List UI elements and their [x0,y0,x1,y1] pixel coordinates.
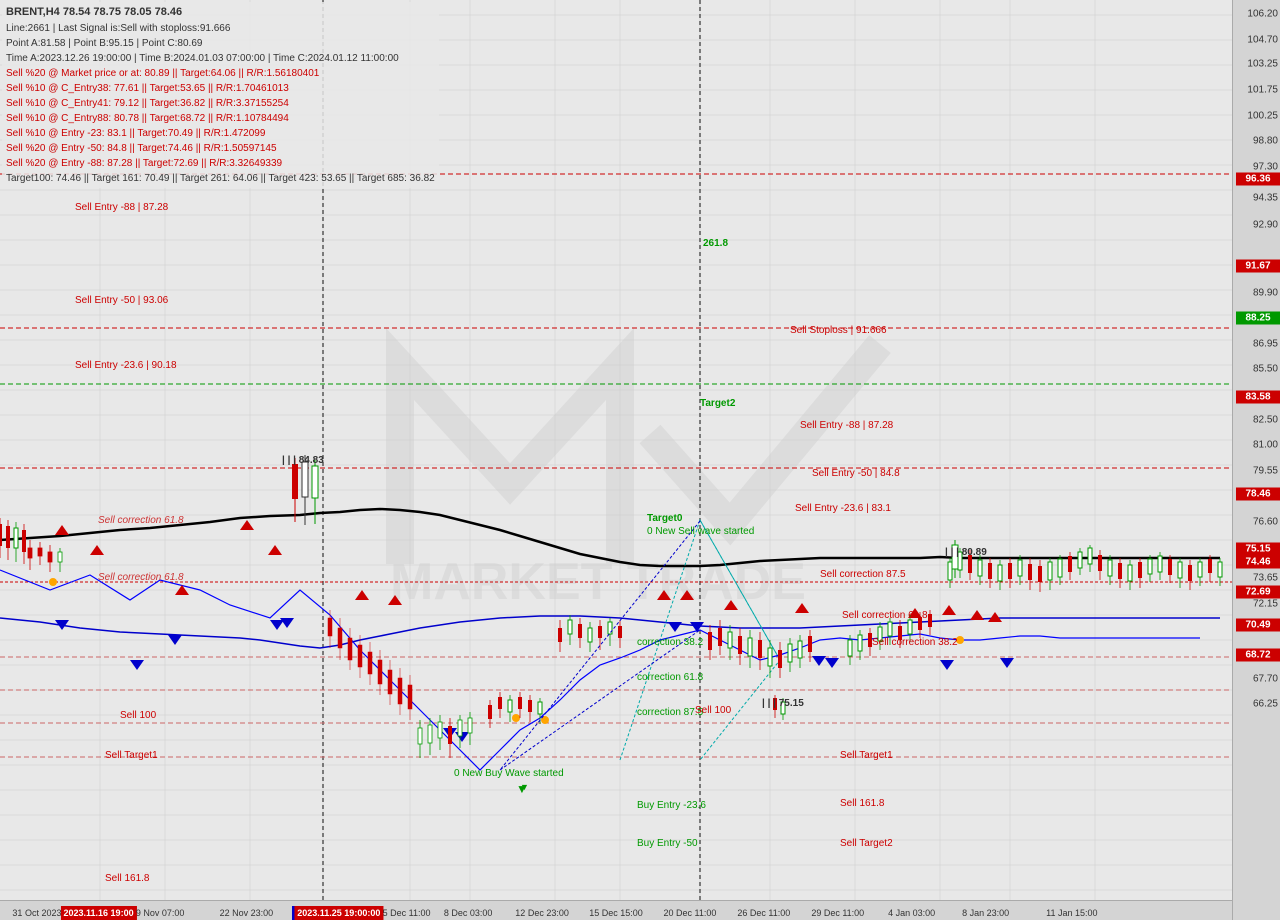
time-26dec: 26 Dec 11:00 [737,908,790,918]
time-20dec: 20 Dec 11:00 [663,908,716,918]
target0-label: Target0 [647,513,682,524]
time-4jan: 4 Jan 03:00 [888,908,935,918]
price-10175: 101.75 [1247,85,1278,96]
sell-stoploss-label: Sell Stoploss | 91.666 [790,325,887,336]
price-10470: 104.70 [1247,34,1278,45]
sell-1618-right-label: Sell 161.8 [840,798,884,809]
price-7515-highlight: 75.15 [1236,543,1280,556]
info-line5: Sell %10 @ C_Entry38: 77.61 || Target:53… [6,81,435,96]
price-8825-highlight: 88.25 [1236,312,1280,325]
price-84-83-label: | | | 84.83 [282,455,324,466]
price-8100: 81.00 [1253,440,1278,451]
price-10325: 103.25 [1247,59,1278,70]
sell-correction-875-label: Sell correction 87.5 [820,569,906,580]
price-10620: 106.20 [1247,8,1278,19]
correction-618-label: correction 61.8 [637,672,703,683]
price-7365: 73.65 [1253,572,1278,583]
price-8695: 86.95 [1253,339,1278,350]
time-29dec: 29 Dec 11:00 [811,908,864,918]
fib-2618-label: 261.8 [703,238,728,249]
sell-entry-50-label: Sell Entry -50 | 84.8 [812,468,900,479]
price-6872-highlight: 68.72 [1236,649,1280,662]
new-buy-wave-label: 0 New Buy Wave started [454,768,564,779]
price-9636-highlight: 96.36 [1236,173,1280,186]
price-9730: 97.30 [1253,161,1278,172]
time-5dec: 5 Dec 11:00 [383,908,431,918]
price-9167-highlight: 91.67 [1236,259,1280,272]
down-triangle-marker: ▼ [516,782,528,796]
info-line7: Sell %10 @ C_Entry88: 80.78 || Target:68… [6,111,435,126]
buy-entry-23-label: Buy Entry -23.6 [637,800,706,811]
sell-100-right-label: Sell 100 [695,705,731,716]
price-6625: 66.25 [1253,698,1278,709]
target2-label: Target2 [700,398,735,409]
info-line2: Point A:81.58 | Point B:95.15 | Point C:… [6,36,435,51]
info-line6: Sell %10 @ C_Entry41: 79.12 || Target:36… [6,96,435,111]
time-15dec: 15 Dec 15:00 [589,908,643,918]
time-9nov: 9 Nov 07:00 [136,908,185,918]
price-8250: 82.50 [1253,415,1278,426]
correction-875-label: correction 87.5 [637,707,703,718]
price-6770: 67.70 [1253,673,1278,684]
time-1116-highlight: 2023.11.16 19:00 [61,906,137,920]
new-sell-wave-label: 0 New Sell wave started [647,526,754,537]
info-line11: Target100: 74.46 || Target 161: 70.49 ||… [6,171,435,186]
price-7955: 79.55 [1253,466,1278,477]
price-7446-highlight: 74.46 [1236,556,1280,569]
sell-100-left-label: Sell 100 [120,710,156,721]
price-9435: 94.35 [1253,192,1278,203]
price-75-15-label: | | | 75.15 [762,698,804,709]
chart-container: MARKET TRADE [0,0,1280,920]
symbol-title: BRENT,H4 78.54 78.75 78.05 78.46 [6,4,435,21]
sell-1618-left-label: Sell 161.8 [105,873,149,884]
sell-target2-label: Sell Target2 [840,838,893,849]
price-7846-highlight: 78.46 [1236,488,1280,501]
info-line8: Sell %10 @ Entry -23: 83.1 || Target:70.… [6,126,435,141]
time-1125-highlight: 2023.11.25 19:00:00 [294,906,383,920]
price-axis: 106.20 104.70 103.25 101.75 100.25 98.80… [1232,0,1280,920]
price-7049-highlight: 70.49 [1236,618,1280,631]
sell-correction-618-right: Sell correction 61.8 [842,610,928,621]
time-8jan: 8 Jan 23:00 [962,908,1009,918]
sell-correction-382-label: Sell correction 38.2 [872,637,958,648]
price-8358-highlight: 83.58 [1236,391,1280,404]
info-line10: Sell %20 @ Entry -88: 87.28 || Target:72… [6,156,435,171]
price-8990: 89.90 [1253,288,1278,299]
price-80-89-label: | | | 80.89 [945,547,987,558]
price-7269-highlight: 72.69 [1236,585,1280,598]
info-line3: Time A:2023.12.26 19:00:00 | Time B:2024… [6,51,435,66]
info-panel: BRENT,H4 78.54 78.75 78.05 78.46 Line:26… [2,2,439,188]
price-8550: 85.50 [1253,363,1278,374]
sell-entry-88-high-label: Sell Entry -88 | 87.28 [75,202,168,213]
sell-entry-88-label: Sell Entry -88 | 87.28 [800,420,893,431]
sell-entry-50-high-label: Sell Entry -50 | 93.06 [75,295,168,306]
sell-target1-right-label: Sell Target1 [840,750,893,761]
price-10025: 100.25 [1247,110,1278,121]
info-line9: Sell %20 @ Entry -50: 84.8 || Target:74.… [6,141,435,156]
sell-correction-618-left2: Sell correction 61.8 [98,572,184,583]
correction-382-label: correction 38.2 [637,637,703,648]
sell-target1-left-label: Sell Target1 [105,750,158,761]
info-line4: Sell %20 @ Market price or at: 80.89 || … [6,66,435,81]
sell-entry-23-label: Sell Entry -23.6 | 83.1 [795,503,891,514]
price-9880: 98.80 [1253,135,1278,146]
price-7660: 76.60 [1253,516,1278,527]
buy-entry-50-label: Buy Entry -50 [637,838,698,849]
time-11jan: 11 Jan 15:00 [1046,908,1097,918]
time-22nov: 22 Nov 23:00 [220,908,274,918]
sell-correction-618-left: Sell correction 61.8 [98,515,184,526]
price-7215: 72.15 [1253,599,1278,610]
time-axis: 31 Oct 2023 2023.11.16 19:00 9 Nov 07:00… [0,900,1232,920]
price-9290: 92.90 [1253,220,1278,231]
time-8dec: 8 Dec 03:00 [444,908,493,918]
time-12dec: 12 Dec 23:00 [515,908,569,918]
time-31oct: 31 Oct 2023 [12,908,61,918]
sell-entry-23-high-label: Sell Entry -23.6 | 90.18 [75,360,177,371]
info-line1: Line:2661 | Last Signal is:Sell with sto… [6,21,435,36]
